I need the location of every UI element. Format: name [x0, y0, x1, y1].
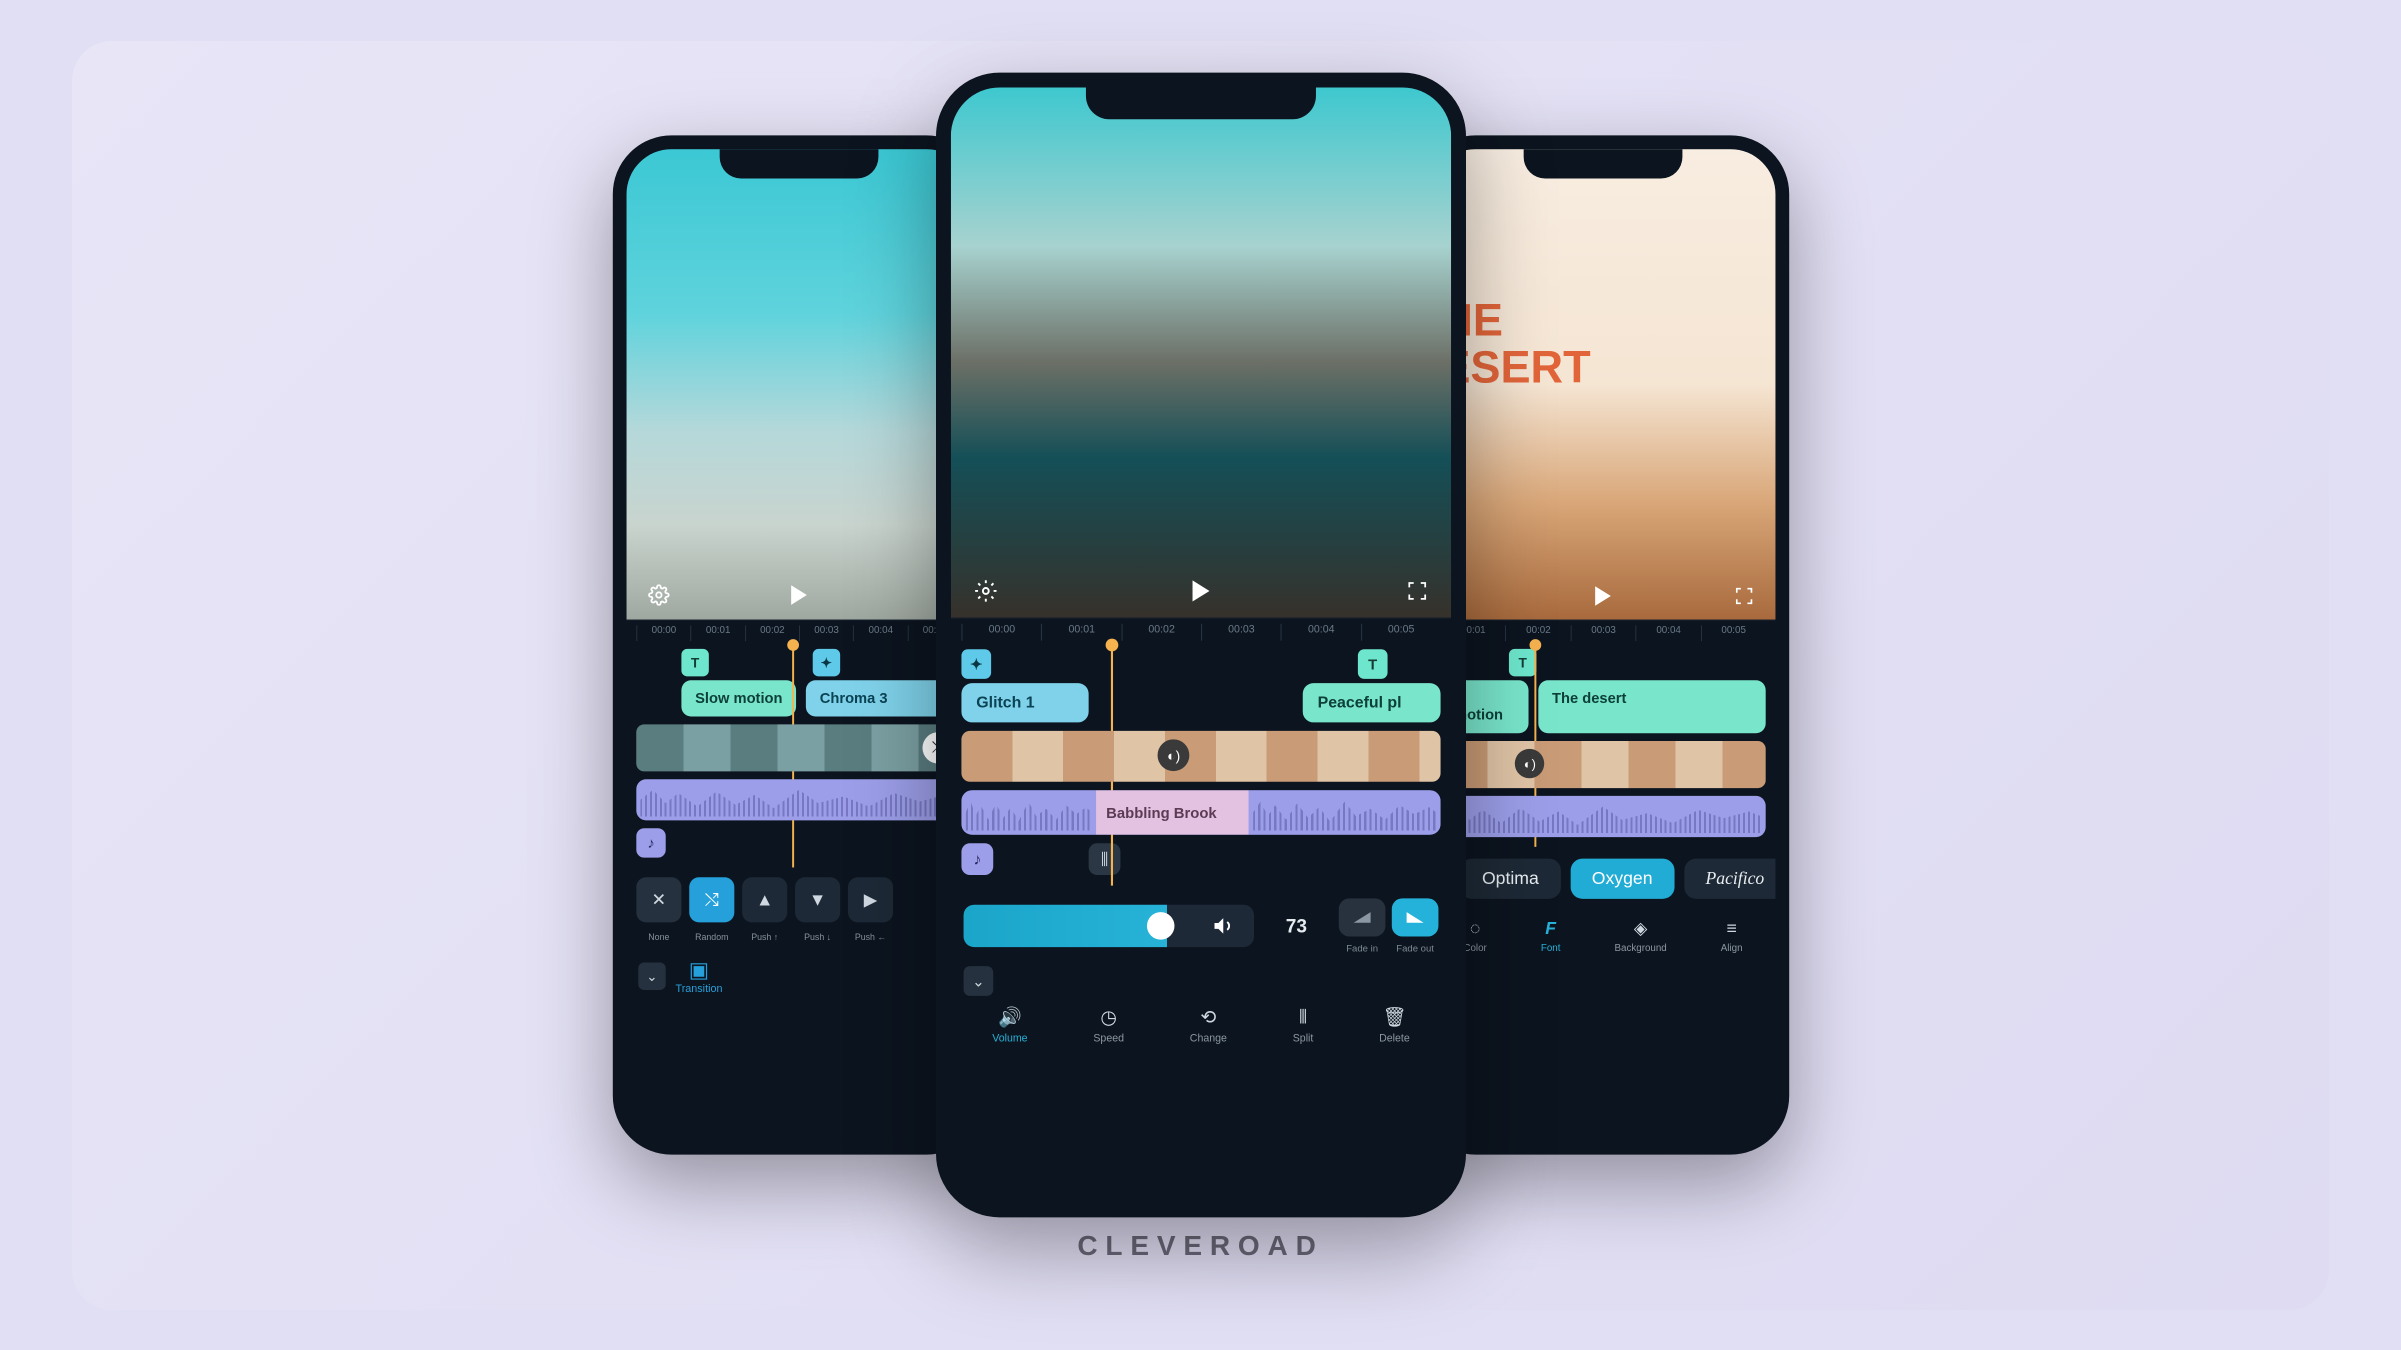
tool-delete[interactable]: 🗑Delete: [1379, 1006, 1410, 1044]
audio-waveform-track[interactable]: [636, 779, 961, 820]
label-none: None: [636, 932, 681, 942]
music-track-icon[interactable]: ♪: [636, 828, 665, 857]
video-preview[interactable]: HE ESERT: [1430, 149, 1775, 619]
phone-left-transitions: 00:0000:0100:0200:0300:0400:05 T ✦ Slow …: [612, 135, 984, 1154]
play-icon[interactable]: [791, 585, 807, 605]
clip-glitch[interactable]: Glitch 1: [961, 683, 1088, 722]
transition-tab-label: Transition: [675, 983, 722, 995]
tool-split[interactable]: ⦀Split: [1292, 1006, 1313, 1044]
tool-font[interactable]: FFont: [1540, 918, 1560, 953]
text-tools: ◌Color FFont ◈Background ≡Align: [1430, 911, 1775, 968]
fullscreen-icon[interactable]: [1734, 586, 1754, 606]
font-pacifico[interactable]: Pacifico: [1683, 859, 1785, 899]
volume-panel: 73 Fade in Fade out: [950, 886, 1450, 967]
brand-label: CLEVEROAD: [1077, 1230, 1323, 1262]
font-optima[interactable]: Optima: [1460, 859, 1560, 899]
clip-peaceful[interactable]: Peaceful pl: [1302, 683, 1440, 722]
chevron-down-icon[interactable]: ⌄: [638, 963, 665, 990]
transition-tab: ⌄ ▣ Transition: [626, 950, 971, 1003]
label-push-up: Push ↑: [742, 932, 787, 942]
clip-desert[interactable]: The desert: [1538, 680, 1765, 733]
font-oxygen[interactable]: Oxygen: [1570, 859, 1674, 899]
background-icon: ◈: [1633, 918, 1647, 939]
transition-push-left[interactable]: ▶: [848, 877, 893, 922]
timeline-ruler: 00:0000:0100:0200:0300:0400:05: [950, 617, 1450, 642]
gear-icon[interactable]: [648, 584, 670, 606]
slider-knob[interactable]: [1147, 912, 1175, 940]
tool-speed[interactable]: ◷Speed: [1093, 1006, 1124, 1044]
fade-out-label: Fade out: [1391, 943, 1438, 954]
effect-layer-icon[interactable]: ✦: [812, 649, 839, 676]
change-icon: ⟲: [1200, 1006, 1216, 1028]
tools-chevron-wrap: ⌄: [950, 966, 1450, 996]
label-push-down: Push ↓: [795, 932, 840, 942]
font-icon: F: [1545, 918, 1556, 939]
notch: [1085, 87, 1315, 119]
chevron-down-icon[interactable]: ⌄: [963, 966, 993, 996]
timeline[interactable]: ✦ T Glitch 1 Peaceful pl ◐) Babblin: [950, 643, 1450, 886]
transition-push-up[interactable]: ▲: [742, 877, 787, 922]
video-preview[interactable]: [950, 87, 1450, 617]
tool-color[interactable]: ◌Color: [1463, 918, 1486, 953]
droplet-icon: ◌: [1469, 918, 1479, 939]
label-random: Random: [689, 932, 734, 942]
tool-change[interactable]: ⟲Change: [1189, 1006, 1226, 1044]
gear-icon[interactable]: [974, 579, 997, 602]
align-icon: ≡: [1726, 918, 1736, 939]
volume-icon: 🔊: [998, 1006, 1022, 1028]
notch: [1523, 149, 1682, 178]
eq-icon[interactable]: ⫼: [1088, 843, 1120, 875]
close-button[interactable]: ✕: [636, 877, 681, 922]
play-icon[interactable]: [1192, 580, 1209, 601]
volume-slider[interactable]: [963, 905, 1253, 947]
tool-background[interactable]: ◈Background: [1614, 918, 1666, 953]
transition-push-down[interactable]: ▼: [795, 877, 840, 922]
audio-clip-label[interactable]: Babbling Brook: [1095, 790, 1248, 835]
timeline-ruler: 00:0100:0200:0300:0400:05: [1430, 620, 1775, 644]
transition-random[interactable]: ⤭: [689, 877, 734, 922]
video-thumbnail-track[interactable]: ◐): [961, 731, 1440, 782]
video-thumbnail-track[interactable]: ⤭: [636, 724, 961, 771]
fade-out-button[interactable]: [1391, 898, 1438, 936]
timeline[interactable]: T w motion The desert ◐): [1430, 643, 1775, 847]
transition-toolbar: ✕ ⤭ ▲ ▼ ▶: [626, 867, 971, 932]
font-picker: ns Optima Oxygen Pacifico: [1430, 847, 1775, 911]
audio-waveform-track[interactable]: [1440, 796, 1765, 837]
transition-icon[interactable]: ▣: [688, 958, 708, 983]
play-icon[interactable]: [1595, 586, 1611, 606]
speaker-icon: [1211, 914, 1234, 937]
music-track-icon[interactable]: ♪: [961, 843, 993, 875]
phone-center-volume: 00:0000:0100:0200:0300:0400:05 ✦ T Glitc…: [936, 73, 1466, 1218]
speed-icon: ◷: [1100, 1006, 1117, 1028]
phone-right-fonts: HE ESERT 00:0100:0200:0300:0400:05: [1416, 135, 1788, 1154]
audio-waveform-track[interactable]: Babbling Brook: [961, 790, 1440, 835]
delete-icon: 🗑: [1382, 1006, 1406, 1028]
link-clip-icon[interactable]: ◐): [1157, 739, 1189, 771]
link-clip-icon[interactable]: ◐): [1515, 749, 1544, 778]
fullscreen-icon[interactable]: [1406, 580, 1427, 601]
fade-in-label: Fade in: [1338, 943, 1385, 954]
text-layer-icon[interactable]: T: [1508, 649, 1535, 676]
text-layer-icon[interactable]: T: [1357, 649, 1387, 679]
text-layer-icon[interactable]: T: [681, 649, 708, 676]
notch: [719, 149, 878, 178]
tool-align[interactable]: ≡Align: [1720, 918, 1742, 953]
video-thumbnail-track[interactable]: ◐): [1440, 741, 1765, 788]
label-push-left: Push ←: [848, 932, 893, 942]
timeline-ruler: 00:0000:0100:0200:0300:0400:05: [626, 620, 971, 644]
tool-volume[interactable]: 🔊Volume: [992, 1006, 1027, 1044]
timeline[interactable]: T ✦ Slow motion Chroma 3 ⤭ ♪: [626, 643, 971, 867]
video-preview[interactable]: [626, 149, 971, 619]
clip-slow-motion[interactable]: Slow motion: [681, 680, 796, 716]
volume-value: 73: [1264, 915, 1328, 937]
split-icon: ⦀: [1298, 1006, 1306, 1028]
effect-layer-icon[interactable]: ✦: [961, 649, 991, 679]
fade-in-button[interactable]: [1338, 898, 1385, 936]
audio-tools: 🔊Volume ◷Speed ⟲Change ⦀Split 🗑Delete: [950, 996, 1450, 1055]
